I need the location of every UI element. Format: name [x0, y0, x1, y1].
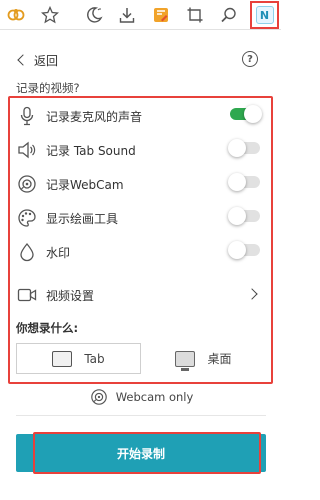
toggle-knob — [228, 173, 246, 191]
toggle-knob — [244, 105, 262, 123]
back-button[interactable]: 返回 — [16, 51, 58, 69]
moon-icon[interactable] — [82, 3, 106, 27]
record-question: 你想录什么: — [16, 321, 79, 335]
mode-label: Tab — [84, 351, 105, 366]
extension-icon[interactable] — [4, 3, 28, 27]
tab-window-icon — [52, 350, 73, 367]
video-camera-icon — [16, 284, 38, 306]
webcam-toggle[interactable] — [228, 173, 260, 191]
mode-desktop-button[interactable]: 桌面 — [141, 343, 266, 374]
webcam-only-button[interactable]: Webcam only — [0, 387, 281, 407]
record-mode-selector: Tab 桌面 — [16, 343, 266, 374]
option-webcam: 记录WebCam — [16, 169, 266, 199]
download-icon[interactable] — [115, 3, 139, 27]
mode-tab-button[interactable]: Tab — [16, 343, 141, 374]
star-icon[interactable] — [38, 3, 62, 27]
nimbus-icon: N — [255, 6, 274, 24]
speaker-icon — [16, 139, 38, 161]
option-tab-sound: 记录 Tab Sound — [16, 135, 266, 165]
microphone-toggle[interactable] — [230, 105, 262, 123]
browser-toolbar: N — [0, 0, 281, 30]
mode-label: 桌面 — [207, 352, 232, 366]
chevron-left-icon — [17, 54, 29, 66]
toggle-knob — [228, 241, 246, 259]
start-recording-button[interactable]: 开始录制 — [16, 434, 266, 472]
tab-sound-toggle[interactable] — [228, 139, 260, 157]
watermark-toggle[interactable] — [228, 241, 260, 259]
zoom-icon[interactable] — [217, 3, 241, 27]
toggle-knob — [228, 207, 246, 225]
start-recording-label: 开始录制 — [116, 446, 165, 461]
back-label: 返回 — [34, 53, 59, 68]
webcam-icon — [16, 173, 38, 195]
crop-icon[interactable] — [183, 3, 207, 27]
option-microphone: 记录麦克风的声音 — [16, 101, 266, 131]
webcam-icon — [88, 386, 110, 408]
help-icon[interactable]: ? — [242, 51, 258, 67]
divider — [16, 415, 266, 416]
option-drawing-tools: 显示绘画工具 — [16, 203, 266, 233]
option-watermark: 水印 — [16, 237, 266, 267]
webcam-only-label: Webcam only — [115, 390, 194, 404]
toggle-knob — [228, 139, 246, 157]
edit-icon[interactable] — [149, 3, 173, 27]
watermark-icon — [16, 241, 38, 263]
nimbus-extension-button[interactable]: N — [250, 1, 279, 29]
video-settings-row[interactable]: 视频设置 — [16, 280, 266, 310]
section-question: 记录的视频? — [16, 81, 80, 95]
drawing-tools-toggle[interactable] — [228, 207, 260, 225]
video-settings-label: 视频设置 — [46, 288, 95, 303]
palette-icon — [16, 207, 38, 229]
microphone-icon — [16, 105, 38, 127]
desktop-icon — [175, 350, 196, 371]
